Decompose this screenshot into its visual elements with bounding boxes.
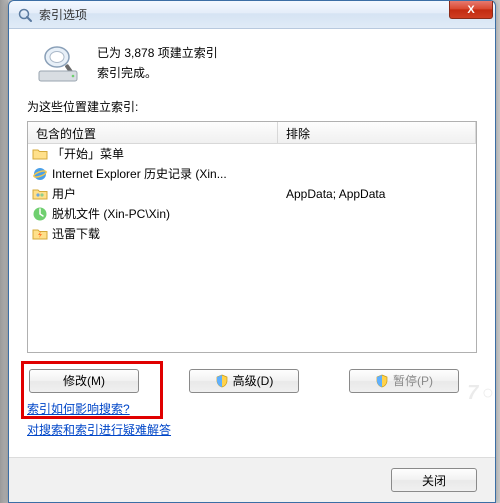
item-label: 用户 — [52, 185, 76, 202]
list-item[interactable]: 迅雷下载 — [28, 224, 476, 244]
item-label: Internet Explorer 历史记录 (Xin... — [52, 165, 227, 182]
link-troubleshoot[interactable]: 对搜索和索引进行疑难解答 — [27, 423, 171, 437]
list-item[interactable]: 脱机文件 (Xin-PC\Xin) — [28, 204, 476, 224]
close-button[interactable]: X — [449, 1, 493, 19]
item-label: 「开始」菜单 — [52, 145, 124, 162]
list-item[interactable]: 用户 AppData; AppData — [28, 184, 476, 204]
list-header[interactable]: 包含的位置 排除 — [28, 122, 476, 144]
modify-button[interactable]: 修改(M) — [29, 369, 139, 393]
link-how-affects-search[interactable]: 索引如何影响搜索? — [27, 402, 130, 416]
list-item[interactable]: 「开始」菜单 — [28, 144, 476, 164]
item-label: 迅雷下载 — [52, 225, 100, 242]
list-item[interactable]: Internet Explorer 历史记录 (Xin... — [28, 164, 476, 184]
item-label: 脱机文件 (Xin-PC\Xin) — [52, 205, 170, 222]
ie-icon — [32, 166, 48, 182]
offline-icon — [32, 206, 48, 222]
indexed-count-text: 已为 3,878 项建立索引 — [97, 43, 218, 63]
close-dialog-button[interactable]: 关闭 — [391, 468, 477, 492]
column-included[interactable]: 包含的位置 — [28, 122, 278, 143]
search-options-icon — [17, 7, 33, 23]
titlebar[interactable]: 索引选项 X — [9, 1, 495, 29]
close-icon: X — [467, 4, 474, 16]
dialog-footer: 关闭 — [9, 457, 495, 502]
locations-label: 为这些位置建立索引: — [27, 98, 477, 115]
folder-icon — [32, 146, 48, 162]
pause-button[interactable]: 暂停(P) — [349, 369, 459, 393]
index-complete-text: 索引完成。 — [97, 63, 218, 83]
advanced-button[interactable]: 高级(D) — [189, 369, 299, 393]
column-exclude[interactable]: 排除 — [278, 122, 476, 143]
shield-icon — [215, 374, 229, 388]
thunder-icon — [32, 226, 48, 242]
locations-list: 包含的位置 排除 「开始」菜单 Internet Explorer 历史记录 (X… — [27, 121, 477, 353]
users-icon — [32, 186, 48, 202]
item-exclude: AppData; AppData — [278, 187, 476, 201]
magnifier-drive-icon — [35, 41, 83, 83]
indexing-options-window: 索引选项 X 已为 3,878 项建立索引 索引完成。 为这些位置建立索引: — [8, 0, 496, 503]
status-area: 已为 3,878 项建立索引 索引完成。 — [27, 41, 477, 84]
shield-icon — [375, 374, 389, 388]
window-title: 索引选项 — [39, 6, 87, 23]
